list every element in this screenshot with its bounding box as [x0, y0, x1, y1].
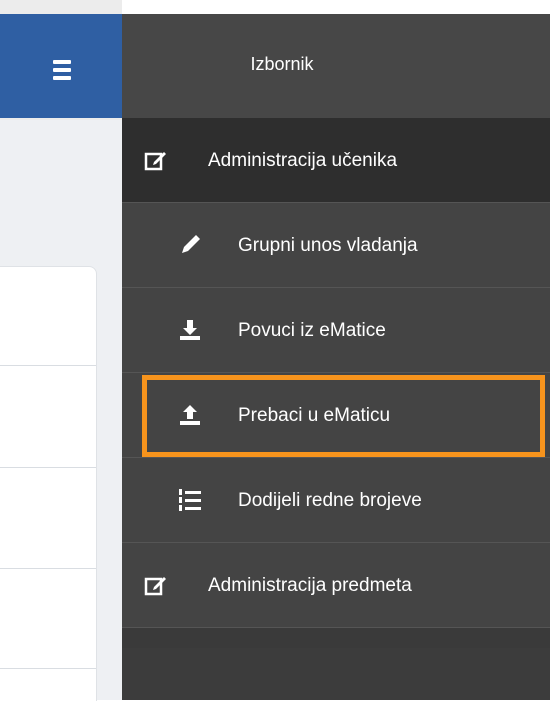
sidebar-item-label: Administracija predmeta	[208, 575, 412, 596]
sidebar-item-label: Administracija učenika	[208, 150, 398, 171]
row-divider	[0, 568, 96, 569]
numbered-list-icon	[179, 489, 201, 511]
sidebar-item-label: Povuci iz eMatice	[238, 320, 386, 341]
sidebar-item-dodijeli-redne-brojeve[interactable]: Dodijeli redne brojeve	[122, 458, 550, 543]
download-icon	[180, 320, 200, 340]
sidebar-item-prebaci-u-ematicu[interactable]: Prebaci u eMaticu	[122, 373, 550, 458]
sidebar-item-label: Dodijeli redne brojeve	[238, 490, 422, 511]
sidebar-item-administracija-predmeta[interactable]: Administracija predmeta	[122, 543, 550, 628]
sidebar-item-grupni-unos-vladanja[interactable]: Grupni unos vladanja	[122, 203, 550, 288]
sidebar-title: Izbornik	[250, 54, 314, 74]
sidebar-item-administracija-ucenika[interactable]: Administracija učenika	[122, 118, 550, 203]
edit-icon	[144, 152, 166, 171]
edit-icon	[144, 577, 166, 596]
hamburger-icon[interactable]	[53, 60, 83, 94]
pencil-icon	[182, 235, 200, 253]
row-divider	[0, 365, 96, 366]
top-bar	[0, 14, 122, 118]
row-divider	[0, 668, 96, 669]
sidebar-empty-space	[122, 648, 550, 700]
sidebar-item-povuci-iz-ematice[interactable]: Povuci iz eMatice	[122, 288, 550, 373]
sidebar-header: Izbornik	[122, 14, 550, 119]
content-panel	[0, 266, 97, 701]
upload-icon	[180, 405, 200, 425]
row-divider	[0, 467, 96, 468]
sidebar-item-label: Prebaci u eMaticu	[238, 405, 391, 426]
sidebar-item-label: Grupni unos vladanja	[238, 235, 418, 256]
sidebar-menu: Izbornik Administracija učenika Grupni u…	[122, 14, 550, 700]
